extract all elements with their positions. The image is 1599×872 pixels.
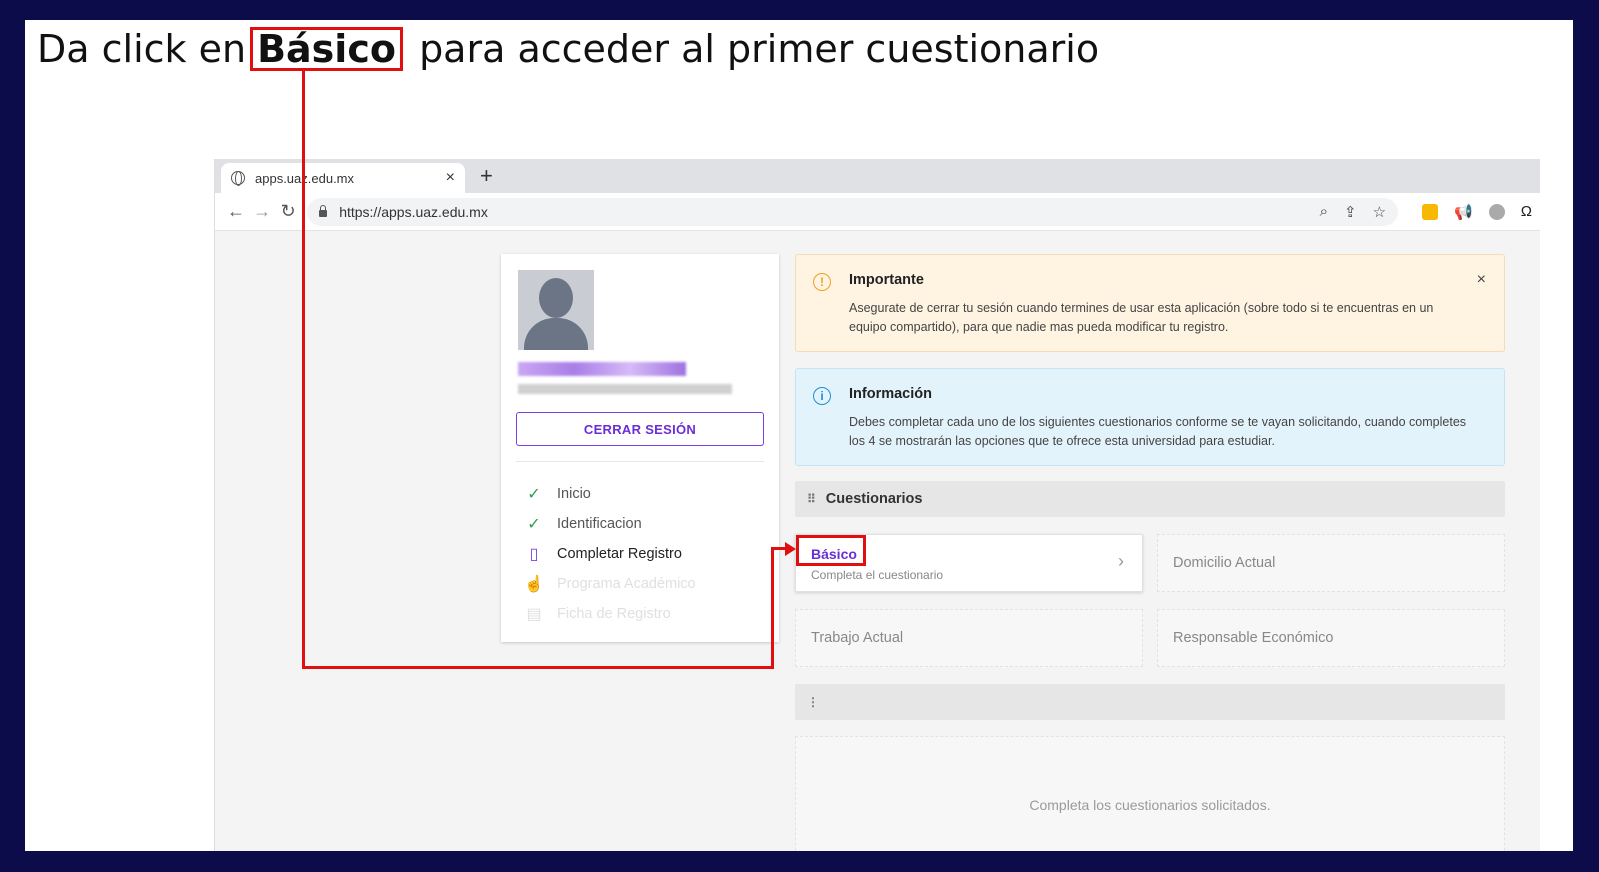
omega-icon[interactable]: Ω — [1521, 203, 1532, 220]
address-bar[interactable]: https://apps.uaz.edu.mx ⌕ ⇪ ☆ — [307, 197, 1399, 226]
hand-icon: ☝ — [524, 576, 544, 593]
extension-yellow-icon[interactable] — [1422, 203, 1439, 220]
connector-line-bottom — [302, 666, 774, 669]
questionnaire-title: Responsable Económico — [1173, 630, 1334, 646]
document-icon: ▤ — [526, 606, 542, 623]
info-alert: i Información Debes completar cada uno d… — [795, 368, 1505, 466]
questionnaire-domicilio-actual: Domicilio Actual — [1157, 534, 1505, 592]
arrow-head-icon — [785, 542, 796, 556]
close-tab-icon[interactable]: × — [446, 169, 455, 187]
step-completar-registro[interactable]: ▯ Completar Registro — [523, 539, 696, 569]
extension-gray-icon[interactable] — [1488, 203, 1505, 220]
chevron-right-icon: › — [1118, 551, 1124, 571]
page-content: CERRAR SESIÓN ✓ Inicio ✓ Identificacion … — [215, 231, 1540, 851]
registration-steps: ✓ Inicio ✓ Identificacion ▯ Completar Re… — [523, 479, 696, 629]
bookmark-star-icon[interactable]: ☆ — [1373, 203, 1386, 221]
divider — [516, 461, 764, 462]
alert-text: Asegurate de cerrar tu sesión cuando ter… — [849, 301, 1434, 334]
share-icon[interactable]: ⇪ — [1344, 203, 1357, 221]
questionnaire-subtitle: Completa el cuestionario — [811, 568, 944, 582]
connector-line-vertical — [302, 70, 305, 669]
step-label: Completar Registro — [557, 546, 682, 562]
questionnaires-header: ⠿ Cuestionarios — [795, 481, 1505, 517]
avatar — [518, 270, 594, 350]
step-label: Inicio — [557, 486, 591, 502]
alert-title: Importante — [849, 272, 924, 288]
reload-button[interactable]: ↻ — [275, 201, 301, 222]
options-panel: Completa los cuestionarios solicitados. — [795, 736, 1505, 851]
forward-button[interactable]: → — [249, 201, 275, 222]
step-label: Identificacion — [557, 516, 642, 532]
browser-window: apps.uaz.edu.mx × + ← → ↻ https://apps.u… — [214, 159, 1540, 851]
drag-handle-icon: ⠿ — [807, 492, 816, 506]
instruction-highlight: Básico — [250, 27, 403, 71]
more-vertical-icon: ⋮ — [807, 695, 819, 709]
extensions: 📢 Ω — [1422, 203, 1532, 221]
questionnaire-title: Domicilio Actual — [1173, 555, 1276, 571]
step-inicio[interactable]: ✓ Inicio — [523, 479, 696, 509]
blurred-user-name — [518, 362, 686, 376]
globe-icon — [231, 171, 245, 186]
options-header: ⋮ — [795, 684, 1505, 720]
step-label: Programa Académico — [557, 576, 696, 592]
instruction-after: para acceder al primer cuestionario — [419, 27, 1100, 71]
url-text: https://apps.uaz.edu.mx — [339, 203, 488, 220]
browser-tab[interactable]: apps.uaz.edu.mx × — [221, 163, 465, 193]
new-tab-button[interactable]: + — [480, 163, 493, 189]
alert-title: Información — [849, 386, 932, 402]
back-button[interactable]: ← — [223, 201, 249, 222]
step-label: Ficha de Registro — [557, 606, 671, 622]
step-identificacion[interactable]: ✓ Identificacion — [523, 509, 696, 539]
section-title: Cuestionarios — [825, 491, 923, 507]
important-alert: ! Importante Asegurate de cerrar tu sesi… — [795, 254, 1505, 352]
questionnaire-responsable-economico: Responsable Económico — [1157, 609, 1505, 667]
tutorial-slide: Da click en Básico para acceder al primer… — [25, 20, 1573, 851]
step-programa-academico: ☝ Programa Académico — [523, 569, 696, 599]
book-icon: ▯ — [529, 546, 539, 563]
step-ficha-de-registro: ▤ Ficha de Registro — [523, 599, 696, 629]
zoom-icon[interactable]: ⌕ — [1320, 203, 1328, 221]
check-icon: ✓ — [527, 516, 541, 533]
warning-icon: ! — [813, 273, 831, 291]
profile-card: CERRAR SESIÓN ✓ Inicio ✓ Identificacion … — [501, 254, 779, 642]
questionnaire-title: Trabajo Actual — [811, 630, 904, 646]
connector-line-rise — [771, 547, 774, 669]
questionnaire-trabajo-actual: Trabajo Actual — [795, 609, 1143, 667]
basico-highlight-box — [796, 535, 866, 566]
megaphone-icon[interactable]: 📢 — [1454, 203, 1473, 221]
blurred-user-detail — [518, 384, 732, 394]
address-bar-actions: ⌕ ⇪ ☆ — [1320, 203, 1386, 221]
alert-text: Debes completar cada uno de los siguient… — [849, 415, 1467, 448]
empty-message: Completa los cuestionarios solicitados. — [1029, 797, 1271, 813]
instruction-before: Da click en — [37, 27, 247, 71]
check-icon: ✓ — [527, 486, 541, 503]
info-icon: i — [813, 387, 831, 405]
logout-button[interactable]: CERRAR SESIÓN — [516, 412, 764, 446]
browser-toolbar: ← → ↻ https://apps.uaz.edu.mx ⌕ ⇪ ☆ 📢 Ω — [215, 193, 1540, 231]
lock-icon — [319, 205, 328, 217]
tab-bar: apps.uaz.edu.mx × + — [215, 159, 1540, 193]
close-icon[interactable]: × — [1477, 271, 1486, 289]
instruction-text: Da click en Básico para acceder al primer… — [37, 26, 1099, 72]
